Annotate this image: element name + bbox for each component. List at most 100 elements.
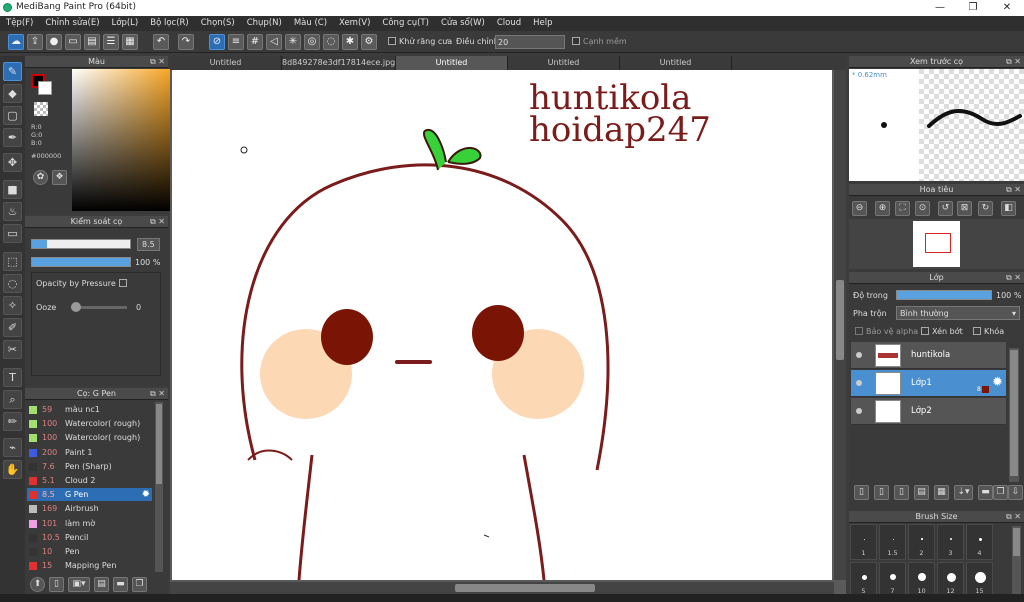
canvas-vertical-scrollbar[interactable] <box>834 70 846 580</box>
select-eraser-icon[interactable]: ✂ <box>3 340 22 359</box>
menu-window[interactable]: Cửa sổ(W) <box>435 16 491 28</box>
brush-list-scrollbar[interactable] <box>155 402 163 572</box>
curve-snap-icon[interactable]: ◌ <box>323 34 339 50</box>
menu-help[interactable]: Help <box>527 16 558 28</box>
hand-tool-icon[interactable]: ✋ <box>3 460 22 479</box>
eye-icon[interactable] <box>856 380 862 386</box>
background-color-swatch[interactable] <box>38 81 52 95</box>
brush-item[interactable]: 100 Watercolor( rough) <box>27 431 152 444</box>
circle-snap-icon[interactable]: ◎ <box>304 34 320 50</box>
brush-item[interactable]: 8.5 G Pen ✹ <box>27 488 152 502</box>
menu-cloud[interactable]: Cloud <box>491 16 527 28</box>
menu-filter[interactable]: Bộ lọc(R) <box>144 16 195 28</box>
fit-icon[interactable]: ⛶ <box>895 201 910 216</box>
palette-icon[interactable]: ✿ <box>33 170 48 185</box>
zoom-actual-icon[interactable]: ⊙ <box>915 201 930 216</box>
merge-layer-icon[interactable]: ⇩ <box>1008 485 1023 500</box>
panel-close-icon[interactable]: ⧉ ✕ <box>1006 184 1021 196</box>
shape-tool-icon[interactable]: ■ <box>3 180 22 199</box>
snap-settings-icon[interactable]: ✱ <box>342 34 358 50</box>
brush-size-preset[interactable]: 10 <box>908 562 935 598</box>
antialias-checkbox[interactable] <box>388 37 396 45</box>
panel-close-icon[interactable]: ⧉ ✕ <box>150 56 165 68</box>
pen-tool-icon[interactable]: ✒ <box>3 128 22 147</box>
lock-checkbox[interactable] <box>973 327 981 335</box>
rotate-left-icon[interactable]: ↺ <box>938 201 953 216</box>
brush-cloud-icon[interactable]: ⬆ <box>30 577 45 592</box>
layer-row-lop1[interactable]: Lớp1 8 ✹ <box>851 370 1006 397</box>
brush-opacity-slider[interactable] <box>31 257 131 267</box>
tab-image-jpg[interactable]: 8d849278e3df17814ece.jpg <box>282 56 396 70</box>
brush-size-preset[interactable]: 4 <box>966 524 993 560</box>
panel-close-icon[interactable]: ⧉ ✕ <box>1006 272 1021 284</box>
menu-edit[interactable]: Chỉnh sửa(E) <box>39 16 105 28</box>
brush-folder-icon[interactable]: ▬ <box>113 577 128 592</box>
layer-row-huntikola[interactable]: huntikola <box>851 342 1006 369</box>
brush-size-preset[interactable]: 15 <box>966 562 993 598</box>
layer-row-lop2[interactable]: Lớp2 <box>851 398 1006 425</box>
new-halftone-layer-icon[interactable]: ▤ <box>914 485 929 500</box>
eye-icon[interactable] <box>856 352 862 358</box>
opacity-pressure-checkbox[interactable] <box>119 279 127 287</box>
eye-icon[interactable] <box>856 408 862 414</box>
brush-item[interactable]: 10 Pen <box>27 545 152 558</box>
divide-tool-icon[interactable]: ✏ <box>3 412 22 431</box>
chat-icon[interactable]: ▭ <box>65 34 81 50</box>
zoom-in-icon[interactable]: ⊕ <box>875 201 890 216</box>
reset-rotate-icon[interactable]: ⊠ <box>957 201 972 216</box>
gear-icon[interactable]: ⚙ <box>361 34 377 50</box>
magic-wand-icon[interactable]: ✧ <box>3 296 22 315</box>
lasso-tool-icon[interactable]: ◌ <box>3 274 22 293</box>
list-icon[interactable]: ☰ <box>103 34 119 50</box>
duplicate-layer-icon[interactable]: ❐ <box>993 485 1008 500</box>
perspective-snap-icon[interactable]: ◁ <box>266 34 282 50</box>
brush-item[interactable]: 5.1 Cloud 2 <box>27 474 152 487</box>
close-button[interactable]: ✕ <box>992 1 1022 15</box>
brush-size-preset[interactable]: 3 <box>937 524 964 560</box>
layer-add-menu-icon[interactable]: ⇣▾ <box>954 485 973 500</box>
transparent-color-swatch[interactable] <box>34 102 48 116</box>
clipping-checkbox[interactable] <box>921 327 929 335</box>
menu-color[interactable]: Màu (C) <box>288 16 333 28</box>
brush-tool-icon[interactable]: ✎ <box>3 62 22 81</box>
zoom-out-icon[interactable]: ⊖ <box>852 201 867 216</box>
eraser-tool-icon[interactable]: ◆ <box>3 84 22 103</box>
brush-item[interactable]: 101 làm mờ <box>27 517 152 530</box>
brush-size-preset[interactable]: 5 <box>850 562 877 598</box>
navigator-view[interactable] <box>849 219 1024 269</box>
panel-close-icon[interactable]: ⧉ ✕ <box>150 388 165 400</box>
operation-tool-icon[interactable]: ⌕ <box>3 390 22 409</box>
brush-size-preset[interactable]: 12 <box>937 562 964 598</box>
move-tool-icon[interactable]: ✥ <box>3 153 22 172</box>
maximize-button[interactable]: ❐ <box>958 1 988 15</box>
menu-snap[interactable]: Chụp(N) <box>241 16 288 28</box>
text-tool-icon[interactable]: T <box>3 368 22 387</box>
soft-edge-checkbox[interactable] <box>572 37 580 45</box>
menu-select[interactable]: Chọn(S) <box>195 16 241 28</box>
brush-size-value[interactable]: 8.5 <box>137 238 160 251</box>
redo-icon[interactable]: ↷ <box>178 34 194 50</box>
tab-untitled-4[interactable]: Untitled <box>620 56 732 70</box>
brush-add-menu-icon[interactable]: ▣▾ <box>68 577 90 592</box>
new-layer-1bit-icon[interactable]: ▯ <box>894 485 909 500</box>
snap-off-icon[interactable]: ⊘ <box>209 34 225 50</box>
rotate-right-icon[interactable]: ↻ <box>978 201 993 216</box>
tab-untitled-3[interactable]: Untitled <box>508 56 620 70</box>
new-layer-icon[interactable]: ▯ <box>854 485 869 500</box>
brush-item[interactable]: 7.6 Pen (Sharp) <box>27 460 152 473</box>
brush-size-scrollbar[interactable] <box>1012 526 1021 596</box>
page-icon[interactable]: ▤ <box>84 34 100 50</box>
brush-copy-icon[interactable]: ▤ <box>94 577 109 592</box>
ooze-slider-handle[interactable] <box>71 302 81 312</box>
flip-icon[interactable]: ◧ <box>1001 201 1016 216</box>
brush-size-preset[interactable]: 7 <box>879 562 906 598</box>
radial-snap-icon[interactable]: ✳ <box>285 34 301 50</box>
new-brush-icon[interactable]: ▯ <box>49 577 64 592</box>
panel-close-icon[interactable]: ⧉ ✕ <box>150 216 165 228</box>
new-layer-8bit-icon[interactable]: ▯ <box>874 485 889 500</box>
gear-icon[interactable]: ✹ <box>142 488 150 501</box>
share-icon[interactable]: ⇪ <box>27 34 43 50</box>
new-halftone-layer-alt-icon[interactable]: ▦ <box>934 485 949 500</box>
grid-snap-icon[interactable]: # <box>247 34 263 50</box>
bucket-tool-icon[interactable]: ♨ <box>3 202 22 221</box>
